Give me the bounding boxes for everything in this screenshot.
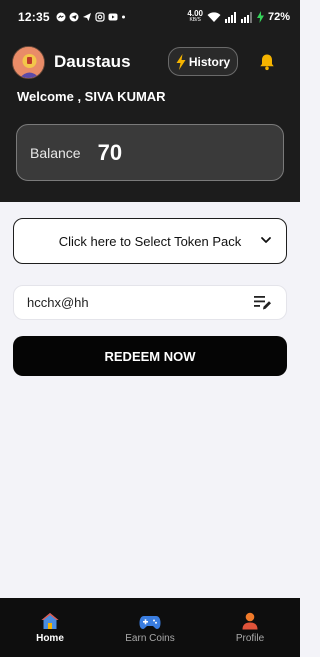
net-speed-value: 4.00 [187, 9, 203, 18]
home-icon [41, 613, 59, 629]
charging-icon [256, 11, 264, 23]
nav-label-earn-coins: Earn Coins [125, 633, 175, 644]
history-label: History [188, 54, 231, 69]
nav-label-profile: Profile [235, 633, 265, 644]
token-pack-label: Click here to Select Token Pack [58, 233, 242, 249]
more-dot-icon [121, 15, 125, 19]
nav-item-profile[interactable]: Profile [200, 598, 300, 646]
balance-card: Balance 70 [16, 124, 284, 181]
send-icon [82, 13, 91, 21]
redeem-now-button[interactable]: REDEEM NOW [13, 336, 287, 376]
signal-icon [224, 11, 236, 23]
email-field-value: hcchx@hh [27, 295, 89, 310]
history-button[interactable]: History [168, 47, 238, 76]
app-header: Daustaus History [12, 45, 288, 79]
messenger-icon [56, 12, 66, 22]
email-field[interactable]: hcchx@hh [13, 285, 287, 320]
nav-item-home[interactable]: Home [0, 598, 100, 646]
welcome-text: Welcome , SIVA KUMAR [17, 89, 166, 104]
signal-icon-2 [240, 11, 252, 23]
bell-icon[interactable] [258, 53, 276, 71]
net-speed: 4.00 KB/S [187, 10, 203, 24]
youtube-icon [108, 13, 118, 21]
user-icon [242, 612, 258, 630]
edit-note-icon[interactable] [254, 295, 272, 311]
gamepad-icon [139, 616, 161, 629]
battery-percent: 72% [267, 11, 290, 23]
wifi-icon [207, 12, 221, 22]
chevron-down-icon [261, 237, 271, 243]
app-title: Daustaus [54, 52, 131, 71]
nav-label-home: Home [36, 633, 64, 644]
telegram-icon [69, 12, 79, 22]
bottom-nav: Home Earn Coins Profile [0, 598, 300, 657]
nav-item-earn-coins[interactable]: Earn Coins [100, 598, 200, 646]
balance-label: Balance [30, 144, 81, 161]
avatar-image-icon [13, 46, 44, 78]
avatar[interactable] [12, 45, 45, 79]
net-speed-unit: KB/S [189, 17, 201, 23]
status-bar: 12:35 4.00 KB/S 72% [0, 0, 300, 34]
top-panel: 12:35 4.00 KB/S 72% Daustaus History Wel… [0, 0, 300, 202]
instagram-icon [95, 12, 105, 22]
token-pack-select[interactable]: Click here to Select Token Pack [13, 218, 287, 264]
notification-icons [56, 12, 126, 22]
lightning-icon [176, 53, 186, 70]
balance-value: 70 [97, 139, 123, 165]
status-time: 12:35 [18, 10, 50, 24]
